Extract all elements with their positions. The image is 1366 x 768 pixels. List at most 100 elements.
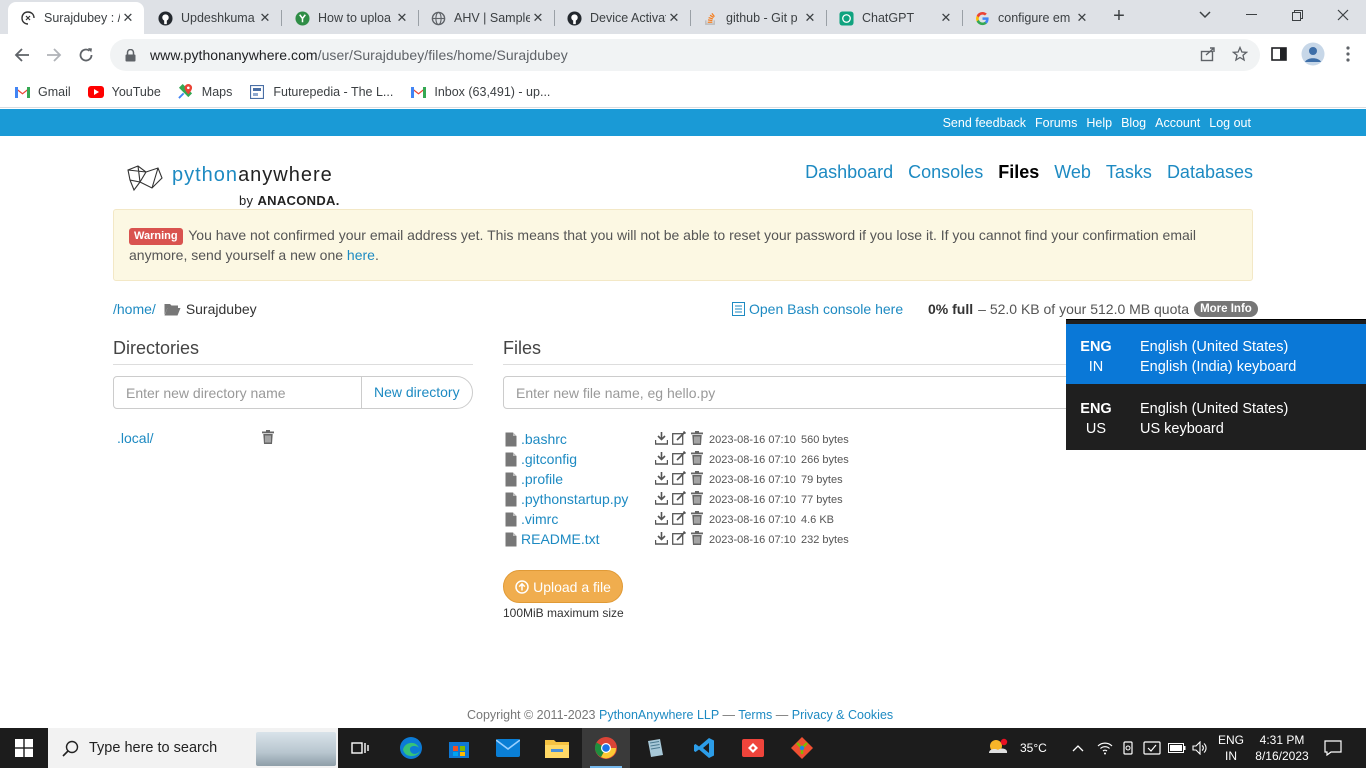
notification-center-icon[interactable] (1324, 728, 1342, 768)
download-icon[interactable] (654, 431, 669, 450)
tab-configure-email[interactable]: configure em ✕ (962, 2, 1098, 34)
delete-trash-icon[interactable] (691, 431, 703, 450)
new-directory-button[interactable]: New directory (361, 376, 473, 409)
delete-trash-icon[interactable] (691, 491, 703, 510)
back-arrow-icon[interactable] (9, 42, 35, 68)
reload-icon[interactable] (73, 42, 99, 68)
delete-trash-icon[interactable] (691, 531, 703, 550)
task-view-icon[interactable] (337, 728, 385, 768)
file-link[interactable]: README.txt (521, 531, 600, 547)
network-wifi-icon[interactable] (1097, 728, 1113, 768)
forums-link[interactable]: Forums (1035, 116, 1077, 130)
edit-icon[interactable] (672, 510, 687, 530)
show-hidden-icons-chevron-icon[interactable] (1072, 728, 1084, 768)
delete-trash-icon[interactable] (691, 511, 703, 530)
close-icon[interactable]: ✕ (257, 10, 273, 26)
download-icon[interactable] (654, 451, 669, 470)
tab-search-chevron-icon[interactable] (1182, 0, 1228, 30)
close-icon[interactable]: ✕ (666, 10, 682, 26)
upload-file-button[interactable]: Upload a file (503, 570, 623, 603)
language-option-eng-us[interactable]: ENG US English (United States) US keyboard (1066, 386, 1366, 446)
chrome-icon[interactable] (582, 728, 630, 768)
company-link[interactable]: PythonAnywhere LLP (599, 708, 719, 722)
anydesk-icon[interactable] (729, 728, 777, 768)
language-option-eng-in[interactable]: ENG IN English (United States) English (In… (1066, 324, 1366, 384)
nav-web[interactable]: Web (1054, 162, 1091, 183)
bookmark-inbox[interactable]: Inbox (63,491) - up... (410, 84, 550, 100)
help-link[interactable]: Help (1086, 116, 1112, 130)
download-icon[interactable] (654, 471, 669, 490)
logout-link[interactable]: Log out (1209, 116, 1251, 130)
download-icon[interactable] (654, 531, 669, 550)
delete-directory-trash-icon[interactable] (262, 430, 274, 449)
battery-icon[interactable] (1168, 728, 1186, 768)
close-icon[interactable]: ✕ (394, 10, 410, 26)
account-link[interactable]: Account (1155, 116, 1200, 130)
microsoft-store-icon[interactable] (435, 728, 483, 768)
volume-speaker-icon[interactable] (1192, 728, 1208, 768)
new-tab-button[interactable]: + (1108, 6, 1130, 28)
file-link[interactable]: .gitconfig (521, 451, 577, 467)
forward-arrow-icon[interactable] (41, 42, 67, 68)
privacy-link[interactable]: Privacy & Cookies (792, 708, 893, 722)
edge-icon[interactable] (387, 728, 435, 768)
close-icon[interactable]: ✕ (1074, 10, 1090, 26)
edit-icon[interactable] (672, 490, 687, 510)
hardware-icon[interactable] (1121, 728, 1135, 768)
share-icon[interactable] (1196, 42, 1220, 66)
close-icon[interactable]: ✕ (802, 10, 818, 26)
file-link[interactable]: .bashrc (521, 431, 567, 447)
terms-link[interactable]: Terms (738, 708, 772, 722)
git-gui-icon[interactable] (778, 728, 826, 768)
address-bar[interactable]: www.pythonanywhere.com/user/Surajdubey/f… (110, 39, 1260, 71)
download-icon[interactable] (654, 511, 669, 530)
meet-now-icon[interactable] (1143, 728, 1161, 768)
resend-confirmation-link[interactable]: here (347, 247, 375, 263)
nav-databases[interactable]: Databases (1167, 162, 1253, 183)
edit-icon[interactable] (672, 530, 687, 550)
minimize-icon[interactable] (1228, 0, 1274, 30)
edit-icon[interactable] (672, 470, 687, 490)
tab-how-to-upload[interactable]: How to uploa ✕ (282, 2, 418, 34)
restore-icon[interactable] (1274, 0, 1320, 30)
tab-chatgpt[interactable]: ChatGPT ✕ (826, 2, 962, 34)
delete-trash-icon[interactable] (691, 451, 703, 470)
bookmark-youtube[interactable]: YouTube (87, 84, 161, 100)
tab-updeshkuma[interactable]: Updeshkuma ✕ (145, 2, 281, 34)
nav-dashboard[interactable]: Dashboard (805, 162, 893, 183)
mail-icon[interactable] (484, 728, 532, 768)
file-link[interactable]: .vimrc (521, 511, 558, 527)
new-file-input[interactable]: Enter new file name, eg hello.py (503, 376, 1073, 409)
bookmark-futurepedia[interactable]: Futurepedia - The L... (249, 84, 393, 100)
file-explorer-icon[interactable] (533, 728, 581, 768)
edit-icon[interactable] (672, 450, 687, 470)
taskbar-language-indicator[interactable]: ENG IN (1216, 732, 1246, 764)
delete-trash-icon[interactable] (691, 471, 703, 490)
file-link[interactable]: .pythonstartup.py (521, 491, 628, 507)
tab-ahv-sample[interactable]: AHV | Sample ✕ (418, 2, 554, 34)
kebab-menu-icon[interactable] (1336, 42, 1360, 66)
bookmark-maps[interactable]: Maps (178, 84, 232, 100)
side-panel-icon[interactable] (1267, 42, 1291, 66)
breadcrumb-home[interactable]: /home/ (113, 301, 156, 317)
file-link[interactable]: .profile (521, 471, 563, 487)
nav-consoles[interactable]: Consoles (908, 162, 983, 183)
windows-start-icon[interactable] (0, 728, 48, 768)
nav-files[interactable]: Files (998, 162, 1039, 183)
close-icon[interactable]: ✕ (120, 10, 136, 26)
nav-tasks[interactable]: Tasks (1106, 162, 1152, 183)
weather-widget[interactable]: 35°C (986, 728, 1047, 768)
profile-avatar[interactable] (1300, 41, 1326, 67)
pythonanywhere-logo[interactable]: pythonanywhere by ANACONDA. (124, 160, 354, 210)
send-feedback-link[interactable]: Send feedback (943, 116, 1026, 130)
directory-link[interactable]: .local/ (117, 430, 154, 446)
tab-surajdubey[interactable]: Surajdubey : / ✕ (8, 2, 144, 34)
notepad-app-icon[interactable] (631, 728, 679, 768)
edit-icon[interactable] (672, 430, 687, 450)
tab-device-activation[interactable]: Device Activat ✕ (554, 2, 690, 34)
tab-github-git[interactable]: github - Git p ✕ (690, 2, 826, 34)
download-icon[interactable] (654, 491, 669, 510)
new-directory-input[interactable]: Enter new directory name (113, 376, 362, 409)
bookmark-gmail[interactable]: Gmail (14, 84, 71, 100)
window-close-icon[interactable] (1320, 0, 1366, 30)
